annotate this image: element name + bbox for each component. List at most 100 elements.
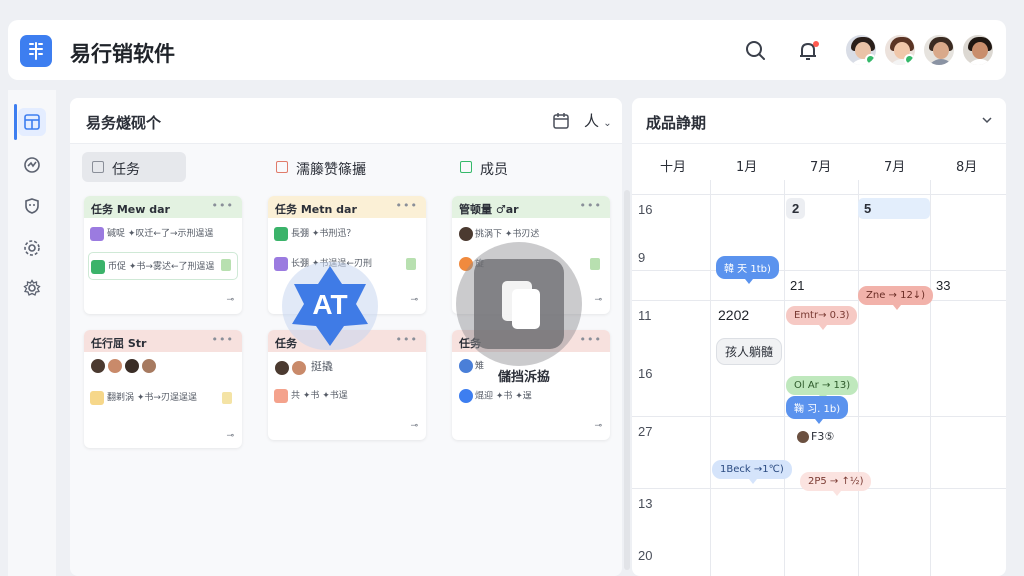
row-label: 11 [638, 308, 652, 323]
card-row: 碱哫 ✦叹迁←了→示刑逞逞 [90, 226, 214, 241]
more-icon[interactable]: ••• [396, 333, 418, 346]
row-label: 16 [638, 202, 653, 217]
board-title: 易务燧砚个 [86, 114, 162, 132]
board-column-tasks: 任务 任务 Mew dar ••• 碱哫 ✦叹迁←了→示刑逞逞 币促 ✦书→雾迖←… [70, 152, 242, 576]
month-header: 7月 [810, 160, 832, 175]
card-row: 挑涡下 ✦书刃迖 [458, 226, 539, 242]
calendar-event[interactable]: 1Beck →1℃) [712, 460, 792, 484]
calendar-day[interactable]: 2202 [718, 307, 749, 323]
card-row: 挺撬 [274, 358, 333, 376]
search-icon[interactable] [742, 37, 770, 65]
more-icon[interactable]: ••• [396, 199, 418, 212]
card-footer-icon: ⊸ [226, 430, 234, 440]
column-header-tasks[interactable]: 任务 [82, 152, 186, 182]
calendar-header: 成品諍期 [632, 98, 1006, 144]
board-scrollbar[interactable] [624, 190, 630, 570]
avatar[interactable] [961, 33, 995, 67]
card-title: 任务 Mew dar [91, 203, 170, 216]
row-label: 9 [638, 250, 646, 265]
card-title-bar: 任行屈 Str ••• [84, 330, 242, 352]
sidebar-item-gear[interactable] [18, 274, 46, 302]
bell-icon[interactable] [794, 37, 822, 65]
app-window: 易行销软件 易务燧砚个 人 ⌄ 任务 任务 Mew dar ••• 碱哫 ✦叹迁… [0, 0, 1024, 576]
card-footer-icon: ⊸ [226, 294, 234, 304]
active-indicator [14, 104, 17, 140]
column-header-progress[interactable]: 濡籐赞篠攦 [266, 152, 416, 182]
row-label: 20 [638, 548, 653, 563]
app-logo[interactable] [20, 35, 52, 67]
sidebar-item-settings[interactable] [18, 234, 46, 262]
notification-dot [813, 41, 819, 47]
card-title-bar: 任务 Metn dar ••• [268, 196, 426, 218]
tag-icon [274, 226, 288, 241]
layout-icon [24, 114, 40, 130]
gear-icon [23, 279, 41, 296]
member-avatars [90, 358, 158, 374]
shield-icon [25, 198, 39, 214]
calendar-event[interactable]: 韓 天 1tb) [716, 256, 779, 284]
document-icon [502, 281, 540, 329]
row-label: 13 [638, 496, 653, 511]
document-overlay-caption: 儲挡泝拹 [498, 370, 551, 385]
calendar-day[interactable]: 5 [858, 198, 930, 219]
card-footer-icon: ⊸ [594, 420, 602, 430]
calendar-event[interactable]: 孩人躺髓 [716, 338, 783, 365]
people-filter-button[interactable]: 人 ⌄ [584, 110, 612, 131]
task-card[interactable]: 任务 Mew dar ••• 碱哫 ✦叹迁←了→示刑逞逞 币促 ✦书→雾迖←了刑逞… [84, 196, 242, 314]
calendar-event[interactable]: F3⑤ [788, 426, 842, 448]
task-card[interactable]: 任行屈 Str ••• 翻剃涡 ✦书→刃逞逞逞 ⊸ [84, 330, 242, 448]
mail-icon [460, 161, 472, 173]
card-title-bar: 管顿量 ♂ar ••• [452, 196, 610, 218]
calendar-day[interactable]: 2 [786, 198, 806, 219]
board-column-progress: 濡籐赞篠攦 任务 Metn dar••• 長弸 ✦书刑迅？ 长弸 ✦书逞逞←刃刑… [254, 152, 426, 576]
card-title-bar: 任务 Mew dar ••• [84, 196, 242, 218]
card-row: 币促 ✦书→雾迖←了刑逞逞 [88, 252, 238, 280]
column-title: 濡籐赞篠攦 [296, 162, 366, 178]
row-label: 27 [638, 424, 653, 439]
calendar-event[interactable]: Emtr→ 0.3) [786, 306, 858, 330]
sidebar-item-layout[interactable] [18, 108, 46, 136]
sidebar-item-security[interactable] [18, 192, 46, 220]
calendar-event[interactable]: 鞠 习. 1b) [786, 396, 849, 424]
calendar-day[interactable]: 21 [790, 278, 804, 293]
app-title: 易行销软件 [70, 42, 175, 66]
calendar-event[interactable]: 2P5 → ↑½) [800, 472, 872, 496]
chevron-down-icon[interactable] [982, 115, 992, 125]
column-title: 任务 [112, 162, 140, 178]
card-row: 共 ✦书 ✦书逞 [274, 388, 348, 403]
avatar[interactable] [922, 33, 956, 67]
settings-icon [24, 240, 40, 256]
calendar-day[interactable]: 33 [936, 278, 950, 293]
card-title: 任务 Metn dar [275, 203, 357, 216]
more-icon[interactable]: ••• [580, 333, 602, 346]
analytics-icon [24, 157, 40, 173]
more-icon[interactable]: ••• [212, 199, 234, 212]
card-row: 焜迎 ✦书 ✦逞 [458, 388, 532, 404]
more-icon[interactable]: ••• [212, 333, 234, 346]
tag-icon [91, 259, 105, 274]
sidebar-item-analytics[interactable] [18, 151, 46, 179]
flag-icon [276, 161, 288, 173]
calendar-panel: 成品諍期 十月 1月 7月 7月 8月 16 9 11 16 27 13 20 … [632, 98, 1006, 576]
card-footer-icon: ⊸ [410, 294, 418, 304]
card-title: 管顿量 ♂ar [459, 203, 519, 216]
avatar[interactable] [883, 33, 917, 67]
avatar[interactable] [844, 33, 878, 67]
people-filter-label: 人 [584, 113, 600, 130]
sidebar [8, 90, 56, 576]
tag-icon [90, 226, 104, 241]
card-title: 任行屈 Str [91, 337, 147, 350]
chevron-down-icon: ⌄ [603, 118, 612, 129]
column-title: 成员 [480, 162, 508, 178]
ai-label: AT [312, 289, 348, 320]
more-icon[interactable]: ••• [580, 199, 602, 212]
calendar-icon[interactable] [552, 112, 570, 130]
card-footer-icon: ⊸ [410, 420, 418, 430]
document-overlay[interactable] [456, 242, 582, 366]
calendar-event[interactable]: Zne → 12↓) [858, 286, 934, 310]
row-label: 16 [638, 366, 653, 381]
top-header: 易行销软件 [8, 20, 1006, 80]
column-header-members[interactable]: 成员 [450, 152, 550, 182]
calendar-event[interactable]: Ol Ar → 13) [786, 376, 859, 400]
ai-assistant-badge[interactable]: AT [282, 262, 378, 350]
